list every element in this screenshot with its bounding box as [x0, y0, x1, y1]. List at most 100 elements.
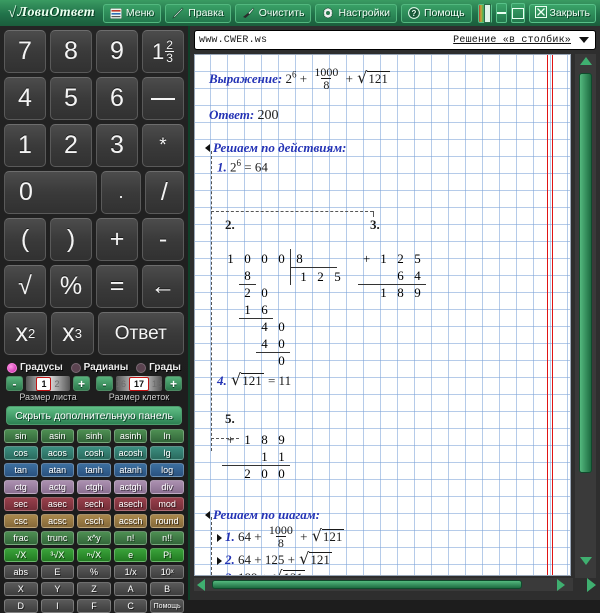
fn-var-x[interactable]: X	[4, 582, 38, 596]
angle-mode-radians[interactable]: Радианы	[71, 362, 129, 373]
maximize-button[interactable]	[511, 3, 525, 23]
key-fraction-bar[interactable]	[142, 77, 184, 120]
key-paren-close[interactable]: )	[50, 218, 92, 261]
fn-actgh[interactable]: actgh	[114, 480, 148, 494]
fn-trunc[interactable]: trunc	[41, 531, 75, 545]
fn-var-z[interactable]: Z	[77, 582, 111, 596]
cell-size-ticker[interactable]: 16 17 18	[116, 376, 162, 391]
key-mixed-fraction[interactable]: 123	[142, 30, 184, 73]
horizontal-scrollbar[interactable]	[194, 578, 573, 591]
key-paren-open[interactable]: (	[4, 218, 46, 261]
fn-cos[interactable]: cos	[4, 446, 38, 460]
fn-csch[interactable]: csch	[77, 514, 111, 528]
close-button[interactable]: Закрыть	[529, 4, 596, 23]
fn-var-d[interactable]: D	[4, 599, 38, 613]
scroll-down-button[interactable]	[575, 554, 596, 568]
fn-help[interactable]: Помощь	[150, 599, 184, 613]
key-sqrt[interactable]: √	[4, 265, 46, 308]
actions-heading[interactable]: Решаем по действиям:	[205, 140, 346, 156]
fn-atan[interactable]: atan	[41, 463, 75, 477]
key-equals[interactable]: =	[96, 265, 138, 308]
key-square[interactable]: x2	[4, 312, 47, 355]
fn-sec[interactable]: sec	[4, 497, 38, 511]
fn-nthroot-x[interactable]: ⁿ√X	[77, 548, 111, 562]
vertical-scroll-thumb[interactable]	[579, 73, 592, 473]
scroll-up-button[interactable]	[575, 54, 596, 68]
horizontal-scroll-thumb[interactable]	[212, 580, 522, 589]
fn-sinh[interactable]: sinh	[77, 429, 111, 443]
resize-corner-icon[interactable]	[587, 578, 596, 592]
settings-button[interactable]: Настройки	[315, 4, 397, 23]
key-cube[interactable]: x3	[51, 312, 94, 355]
solution-mode-label[interactable]: Решение «в столбик»	[453, 35, 571, 46]
fn-var-a[interactable]: A	[114, 582, 148, 596]
fn-acosh[interactable]: acosh	[114, 446, 148, 460]
color-spectrum-slider[interactable]	[478, 4, 492, 23]
fn-frac[interactable]: frac	[4, 531, 38, 545]
vertical-scrollbar[interactable]	[575, 54, 596, 578]
clear-button[interactable]: Очистить	[235, 4, 312, 23]
fn-ln[interactable]: ln	[150, 429, 184, 443]
collapse-triangle-icon[interactable]	[205, 511, 210, 519]
fn-ctg[interactable]: ctg	[4, 480, 38, 494]
fn-acsch[interactable]: acsch	[114, 514, 148, 528]
fn-power[interactable]: x^y	[77, 531, 111, 545]
key-3[interactable]: 3	[96, 124, 138, 167]
fn-asin[interactable]: asin	[41, 429, 75, 443]
key-percent[interactable]: %	[50, 265, 92, 308]
scroll-right-button[interactable]	[554, 578, 568, 591]
key-9[interactable]: 9	[96, 30, 138, 73]
fn-round[interactable]: round	[150, 514, 184, 528]
angle-mode-grads[interactable]: Грады	[136, 362, 181, 373]
fn-sqrt-x[interactable]: √X	[4, 548, 38, 562]
fn-e-constant[interactable]: e	[114, 548, 148, 562]
key-1[interactable]: 1	[4, 124, 46, 167]
fn-abs[interactable]: abs	[4, 565, 38, 579]
fn-var-b[interactable]: B	[150, 582, 184, 596]
key-2[interactable]: 2	[50, 124, 92, 167]
fn-var-f[interactable]: F	[77, 599, 111, 613]
key-5[interactable]: 5	[50, 77, 92, 120]
key-decimal-point[interactable]: .	[101, 171, 140, 214]
sheet-size-plus-button[interactable]: +	[73, 376, 90, 391]
graph-paper-sheet[interactable]: Выражение: 26 + 1000 8 + √121 Ответ:	[194, 54, 571, 576]
fn-csc[interactable]: csc	[4, 514, 38, 528]
menu-button[interactable]: Меню	[103, 4, 161, 23]
fn-div[interactable]: div	[150, 480, 184, 494]
fn-sin[interactable]: sin	[4, 429, 38, 443]
fn-var-c[interactable]: C	[114, 599, 148, 613]
fn-acos[interactable]: acos	[41, 446, 75, 460]
hide-extra-panel-button[interactable]: Скрыть дополнительную панель	[6, 406, 182, 425]
fn-atanh[interactable]: atanh	[114, 463, 148, 477]
steps-heading[interactable]: Решаем по шагам:	[205, 507, 320, 523]
edit-button[interactable]: Правка	[165, 4, 230, 23]
fn-tan[interactable]: tan	[4, 463, 38, 477]
fn-asech[interactable]: asech	[114, 497, 148, 511]
key-4[interactable]: 4	[4, 77, 46, 120]
fn-cbrt-x[interactable]: ³√X	[41, 548, 75, 562]
angle-mode-degrees[interactable]: Градусы	[7, 362, 63, 373]
sheet-size-minus-button[interactable]: -	[6, 376, 23, 391]
spectrum-handle[interactable]	[484, 4, 491, 23]
key-multiply[interactable]: *	[142, 124, 184, 167]
fn-sech[interactable]: sech	[77, 497, 111, 511]
key-6[interactable]: 6	[96, 77, 138, 120]
key-divide[interactable]: /	[145, 171, 184, 214]
key-8[interactable]: 8	[50, 30, 92, 73]
chevron-down-icon[interactable]	[579, 37, 589, 43]
fn-var-y[interactable]: Y	[41, 582, 75, 596]
fn-lg[interactable]: lg	[150, 446, 184, 460]
fn-ctgh[interactable]: ctgh	[77, 480, 111, 494]
cell-size-minus-button[interactable]: -	[96, 376, 113, 391]
fn-percent[interactable]: %	[77, 565, 111, 579]
fn-pi-constant[interactable]: Pi	[150, 548, 184, 562]
key-minus[interactable]: -	[142, 218, 184, 261]
help-button[interactable]: ? Помощь	[401, 4, 472, 23]
key-plus[interactable]: +	[96, 218, 138, 261]
minimize-button[interactable]	[496, 3, 507, 23]
fn-mod[interactable]: mod	[150, 497, 184, 511]
fn-double-factorial[interactable]: n!!	[150, 531, 184, 545]
fn-ten-power[interactable]: 10ˣ	[150, 565, 184, 579]
fn-log[interactable]: log	[150, 463, 184, 477]
key-answer[interactable]: Ответ	[98, 312, 184, 355]
